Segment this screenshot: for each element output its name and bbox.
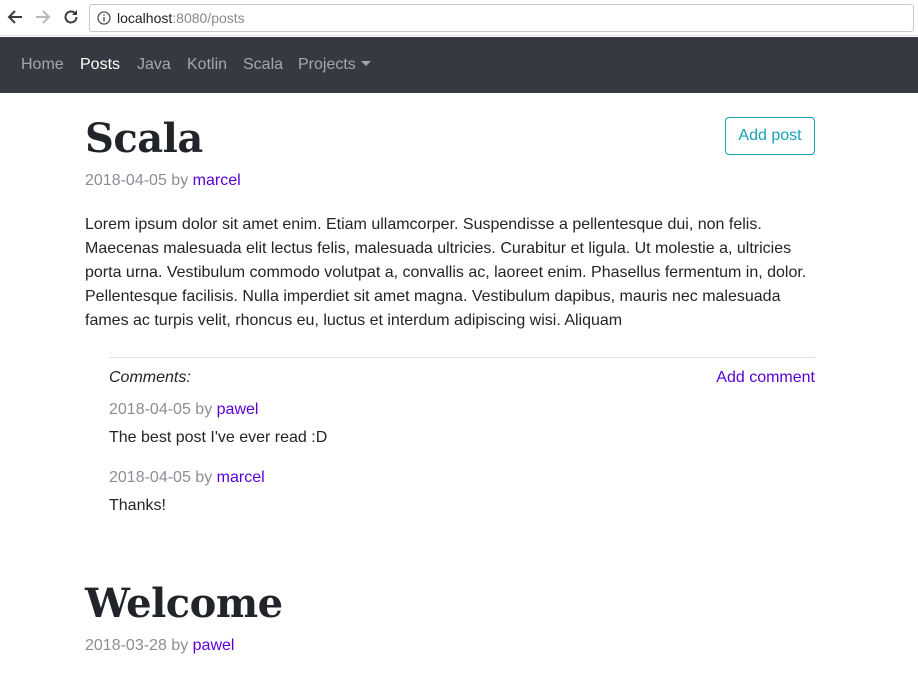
add-post-button[interactable]: Add post [725, 117, 815, 155]
info-icon[interactable] [97, 11, 111, 25]
post-title: Scala [85, 115, 203, 162]
comments-divider [109, 357, 815, 358]
nav-projects-label: Projects [298, 56, 356, 73]
post-date: 2018-03-28 [85, 637, 167, 654]
forward-arrow-icon[interactable] [34, 8, 52, 26]
comment-meta: 2018-04-05 by pawel [109, 401, 258, 419]
comment-date: 2018-04-05 [109, 469, 191, 486]
back-arrow-icon[interactable] [6, 8, 24, 26]
post-by-label: by [171, 172, 189, 189]
comment-by-label: by [195, 469, 213, 486]
post-by-label: by [171, 637, 189, 654]
post-meta: 2018-03-28 by pawel [85, 637, 234, 655]
caret-down-icon [360, 61, 371, 66]
comment-text: Thanks! [109, 497, 166, 514]
nav-posts-link[interactable]: Posts [80, 56, 120, 74]
post-title: Welcome [85, 580, 283, 627]
comment-meta: 2018-04-05 by marcel [109, 469, 265, 487]
nav-home-link[interactable]: Home [21, 56, 64, 74]
comment-date: 2018-04-05 [109, 401, 191, 418]
post-author-link[interactable]: marcel [193, 172, 241, 189]
url-text: localhost:8080/posts [117, 10, 245, 26]
address-bar[interactable]: localhost:8080/posts [89, 4, 914, 32]
nav-scala-link[interactable]: Scala [243, 56, 283, 74]
post-author-link[interactable]: pawel [193, 637, 235, 654]
comment-text: The best post I've ever read :D [109, 429, 328, 446]
comment-author-link[interactable]: marcel [217, 469, 265, 486]
nav-kotlin-link[interactable]: Kotlin [187, 56, 227, 74]
post-meta: 2018-04-05 by marcel [85, 172, 241, 190]
url-host: localhost [117, 10, 173, 26]
comments-heading: Comments: [109, 369, 191, 386]
post-body: Lorem ipsum dolor sit amet enim. Etiam u… [85, 216, 807, 329]
site-navbar: Home Posts Java Kotlin Scala Projects [0, 37, 918, 93]
post-date: 2018-04-05 [85, 172, 167, 189]
nav-projects-dropdown[interactable]: Projects [298, 56, 371, 74]
browser-toolbar: localhost:8080/posts [0, 0, 918, 36]
url-path: :8080/posts [172, 10, 245, 26]
comment-author-link[interactable]: pawel [217, 401, 259, 418]
add-comment-link[interactable]: Add comment [716, 369, 815, 387]
reload-icon[interactable] [62, 8, 80, 26]
comment-by-label: by [195, 401, 213, 418]
nav-java-link[interactable]: Java [137, 56, 171, 74]
